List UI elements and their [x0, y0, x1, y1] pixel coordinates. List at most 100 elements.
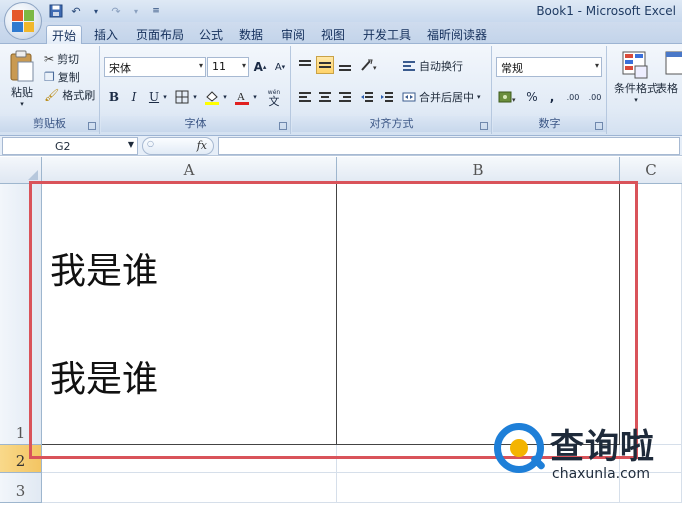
- align-right-icon: [339, 92, 351, 102]
- svg-text:▾: ▾: [373, 64, 377, 72]
- tab-data[interactable]: 数据: [234, 25, 268, 44]
- accounting-format-button[interactable]: ▾: [497, 88, 519, 106]
- tab-developer[interactable]: 开发工具: [358, 25, 416, 44]
- column-header-a[interactable]: A: [42, 157, 337, 184]
- watermark-domain: chaxunla.com: [552, 466, 650, 482]
- cell-b1[interactable]: [337, 184, 620, 445]
- align-middle-button[interactable]: [316, 56, 334, 74]
- decrease-indent-icon: [361, 92, 373, 102]
- column-header-c[interactable]: C: [620, 157, 682, 184]
- paste-icon: [10, 50, 34, 82]
- cell-a3[interactable]: [42, 473, 337, 503]
- align-bottom-button[interactable]: [336, 56, 354, 74]
- select-all-button[interactable]: [0, 157, 42, 184]
- paste-dropdown-icon[interactable]: ▾: [20, 100, 24, 108]
- number-group: 常规 ▾ ▾ % , .00 .00 数字: [493, 46, 607, 134]
- cell-a2[interactable]: [42, 445, 337, 473]
- customize-qat-icon[interactable]: ≡: [148, 3, 164, 19]
- cell-a1[interactable]: 我是谁 我是谁: [42, 184, 337, 445]
- align-right-button[interactable]: [336, 88, 354, 106]
- increase-decimal-button[interactable]: .00: [563, 88, 583, 106]
- increase-decimal-label: .00: [566, 92, 580, 102]
- undo-dropdown-icon[interactable]: ▾: [88, 3, 104, 19]
- name-box[interactable]: G2 ▼: [2, 137, 138, 155]
- save-icon[interactable]: [48, 3, 64, 19]
- quick-access-toolbar: ↶ ▾ ↷ ▾ ≡: [48, 3, 164, 19]
- align-left-icon: [299, 92, 311, 102]
- copy-icon: ❐: [44, 70, 55, 84]
- ribbon: 粘贴 ▾ ✂ 剪切 ❐ 复制 🖌 格式刷 剪贴板 宋体 ▾ 11 ▾ A ▴ A…: [0, 44, 682, 136]
- conditional-dropdown-icon[interactable]: ▾: [634, 96, 638, 104]
- tab-review[interactable]: 审阅: [276, 25, 310, 44]
- copy-button[interactable]: ❐ 复制: [44, 69, 80, 85]
- formula-input[interactable]: [218, 137, 680, 155]
- select-all-triangle-icon: [28, 170, 38, 180]
- orientation-button[interactable]: ▾: [358, 56, 382, 74]
- decrease-indent-button[interactable]: [358, 88, 376, 106]
- align-top-button[interactable]: [296, 56, 314, 74]
- row-header-2[interactable]: 2: [0, 445, 42, 473]
- bold-button[interactable]: B: [105, 88, 123, 106]
- fill-color-dropdown-icon[interactable]: ▾: [221, 88, 229, 106]
- expand-handle-icon[interactable]: ○: [147, 139, 154, 148]
- borders-dropdown-icon[interactable]: ▾: [191, 88, 199, 106]
- number-format-dropdown-icon[interactable]: ▾: [595, 61, 599, 70]
- shrink-font-button[interactable]: A ▾: [271, 58, 289, 76]
- redo-icon[interactable]: ↷: [108, 3, 124, 19]
- formula-bar: G2 ▼ ○ fx: [0, 136, 682, 156]
- format-painter-button[interactable]: 🖌 格式刷: [44, 87, 95, 103]
- font-color-button[interactable]: A: [233, 88, 251, 106]
- format-as-table-button[interactable]: 表格: [656, 50, 682, 96]
- font-name-dropdown-icon[interactable]: ▾: [199, 61, 203, 70]
- comma-style-button[interactable]: ,: [543, 88, 561, 106]
- formula-buttons: ○ fx: [142, 137, 214, 155]
- cut-button[interactable]: ✂ 剪切: [44, 51, 79, 67]
- increase-indent-button[interactable]: [378, 88, 396, 106]
- tab-home[interactable]: 开始: [46, 25, 82, 44]
- font-name-value: 宋体: [109, 62, 131, 75]
- tab-page-layout[interactable]: 页面布局: [130, 25, 190, 44]
- orientation-icon: ▾: [361, 59, 377, 72]
- font-size-combo[interactable]: 11 ▾: [207, 57, 249, 77]
- redo-dropdown-icon[interactable]: ▾: [128, 3, 144, 19]
- insert-function-button[interactable]: fx: [197, 139, 207, 152]
- wrap-text-button[interactable]: 自动换行: [402, 58, 463, 74]
- tab-view[interactable]: 视图: [316, 25, 350, 44]
- column-header-b[interactable]: B: [337, 157, 620, 184]
- undo-icon[interactable]: ↶: [68, 3, 84, 19]
- percent-button[interactable]: %: [523, 88, 541, 106]
- align-center-button[interactable]: [316, 88, 334, 106]
- font-launcher-icon[interactable]: [279, 122, 287, 130]
- fill-color-button[interactable]: [203, 88, 221, 106]
- number-format-combo[interactable]: 常规 ▾: [496, 57, 602, 77]
- tab-foxit-reader[interactable]: 福昕阅读器: [422, 25, 492, 44]
- borders-button[interactable]: [173, 88, 191, 106]
- row-header-1[interactable]: 1: [0, 184, 42, 445]
- alignment-launcher-icon[interactable]: [480, 122, 488, 130]
- paste-button[interactable]: 粘贴 ▾: [6, 50, 38, 108]
- alignment-group: ▾ 自动换行 合并后居中 ▾ 对齐方式: [292, 46, 492, 134]
- align-left-button[interactable]: [296, 88, 314, 106]
- cell-c1[interactable]: [620, 184, 682, 445]
- clipboard-launcher-icon[interactable]: [88, 122, 96, 130]
- grow-font-button[interactable]: A ▴: [251, 58, 269, 76]
- row-header-3[interactable]: 3: [0, 473, 42, 503]
- conditional-formatting-button[interactable]: 条件格式 ▾: [610, 50, 662, 104]
- number-launcher-icon[interactable]: [595, 122, 603, 130]
- italic-button[interactable]: I: [125, 88, 143, 106]
- merge-dropdown-icon[interactable]: ▾: [477, 93, 481, 101]
- tab-insert[interactable]: 插入: [88, 25, 124, 44]
- merge-center-button[interactable]: 合并后居中 ▾: [402, 89, 481, 105]
- underline-dropdown-icon[interactable]: ▾: [161, 88, 169, 106]
- decrease-decimal-button[interactable]: .00: [585, 88, 605, 106]
- font-size-dropdown-icon[interactable]: ▾: [242, 61, 246, 70]
- align-center-icon: [319, 92, 331, 102]
- font-name-combo[interactable]: 宋体 ▾: [104, 57, 206, 77]
- font-color-dropdown-icon[interactable]: ▾: [251, 88, 259, 106]
- tab-formulas[interactable]: 公式: [194, 25, 228, 44]
- name-box-dropdown-icon[interactable]: ▼: [128, 140, 134, 149]
- office-button[interactable]: [4, 2, 42, 40]
- phonetic-button[interactable]: wén 文: [263, 86, 285, 108]
- clipboard-group-label: 剪贴板: [0, 116, 99, 132]
- watermark: 查询啦 chaxunla.com: [494, 419, 674, 489]
